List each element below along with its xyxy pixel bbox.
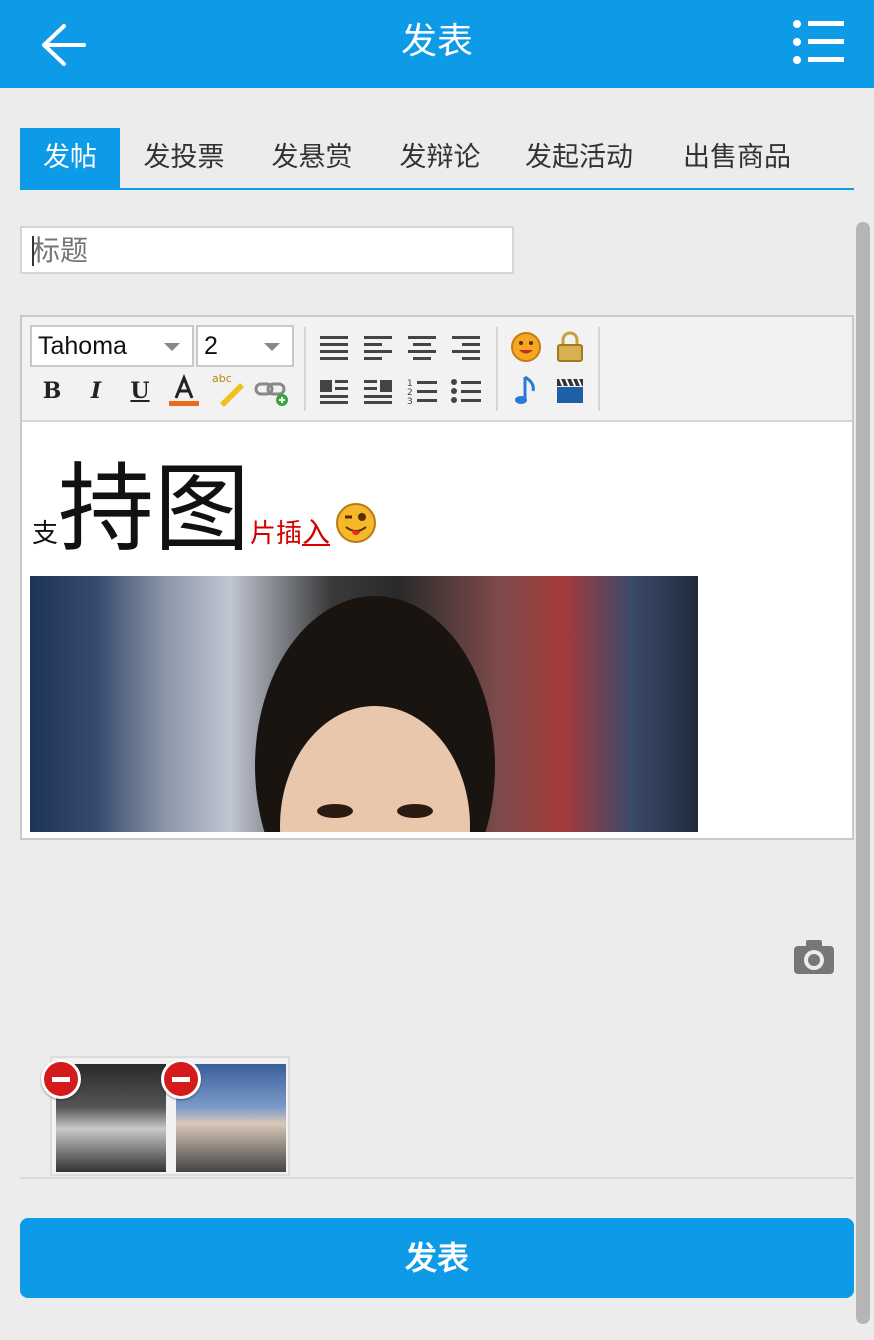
lock-icon xyxy=(557,331,583,362)
highlight-button[interactable]: abc xyxy=(210,371,246,407)
camera-icon[interactable] xyxy=(792,938,836,976)
film-clapper-icon xyxy=(557,378,583,403)
toolbar-separator xyxy=(304,327,306,411)
text-color-icon xyxy=(169,374,199,406)
toolbar-separator xyxy=(496,327,498,411)
float-left-button[interactable] xyxy=(316,373,352,409)
justify-button[interactable] xyxy=(316,329,352,365)
tab-debate[interactable]: 发辩论 xyxy=(386,128,494,188)
scrollbar[interactable] xyxy=(856,222,870,1324)
top-bar: 发表 xyxy=(0,0,874,88)
bold-button[interactable]: B xyxy=(34,373,70,409)
page-title: 发表 xyxy=(400,21,473,62)
inserted-photo[interactable] xyxy=(30,576,698,832)
editor-content[interactable]: 支持图片插入 xyxy=(22,424,852,838)
tab-activity[interactable]: 发起活动 xyxy=(514,128,644,188)
music-note-icon xyxy=(515,375,535,404)
insert-video-button[interactable] xyxy=(552,373,588,409)
editor-toolbar: Tahoma 2 B I U abc 1 2 3 xyxy=(22,317,852,422)
remove-attachment-button[interactable] xyxy=(41,1059,81,1099)
ordered-list-button[interactable]: 123 xyxy=(404,373,440,409)
tab-reward[interactable]: 发悬赏 xyxy=(258,128,366,188)
content-text: 支 xyxy=(32,519,59,549)
highlighter-icon: abc xyxy=(212,372,244,407)
chevron-down-icon xyxy=(164,343,180,351)
content-text-red: 片插 xyxy=(250,519,303,549)
italic-icon: I xyxy=(90,378,102,404)
rich-text-editor: Tahoma 2 B I U abc 1 2 3 支持图片插入 xyxy=(20,315,854,840)
font-family-select[interactable]: Tahoma xyxy=(30,325,194,367)
underline-button[interactable]: U xyxy=(122,373,158,409)
align-left-button[interactable] xyxy=(360,329,396,365)
content-text-red-underline: 入 xyxy=(302,516,331,549)
portrait-image-icon xyxy=(255,596,495,832)
hide-content-button[interactable] xyxy=(552,329,588,365)
align-center-button[interactable] xyxy=(404,329,440,365)
insert-audio-button[interactable] xyxy=(508,373,544,409)
bold-icon: B xyxy=(42,378,62,404)
tab-sell-goods[interactable]: 出售商品 xyxy=(672,128,802,188)
align-center-icon xyxy=(408,336,436,360)
svg-text:3: 3 xyxy=(407,397,413,405)
chevron-down-icon xyxy=(264,343,280,351)
font-size-select[interactable]: 2 xyxy=(196,325,294,367)
emoji-button[interactable] xyxy=(508,329,544,365)
content-text-large: 持图 xyxy=(58,453,251,565)
float-left-icon xyxy=(320,380,348,404)
tab-poll[interactable]: 发投票 xyxy=(130,128,238,188)
title-input[interactable] xyxy=(20,226,514,274)
align-right-icon xyxy=(452,336,480,360)
content-text-line: 支持图片插入 xyxy=(32,454,377,564)
tab-post[interactable]: 发帖 xyxy=(20,128,120,188)
unordered-list-icon xyxy=(451,379,481,403)
float-right-button[interactable] xyxy=(360,373,396,409)
align-right-button[interactable] xyxy=(448,329,484,365)
divider xyxy=(20,1177,854,1179)
text-color-button[interactable] xyxy=(166,373,202,409)
post-type-tabs: 发帖 发投票 发悬赏 发辩论 发起活动 出售商品 xyxy=(20,128,854,190)
toolbar-separator xyxy=(598,327,600,411)
wink-emoji-icon xyxy=(336,503,377,543)
float-right-icon xyxy=(364,380,392,404)
unordered-list-button[interactable] xyxy=(448,373,484,409)
remove-attachment-button[interactable] xyxy=(161,1059,201,1099)
svg-text:abc: abc xyxy=(212,372,232,385)
font-family-value: Tahoma xyxy=(38,332,127,360)
font-size-value: 2 xyxy=(204,332,218,360)
smiley-face-icon xyxy=(511,332,541,362)
italic-button[interactable]: I xyxy=(78,373,114,409)
link-icon xyxy=(254,382,288,406)
align-left-icon xyxy=(364,336,392,360)
underline-icon: U xyxy=(130,378,150,404)
insert-link-button[interactable] xyxy=(254,373,290,409)
submit-button[interactable]: 发表 xyxy=(20,1218,854,1298)
list-menu-icon[interactable] xyxy=(792,18,846,66)
align-justify-icon xyxy=(320,336,348,360)
ordered-list-icon: 123 xyxy=(407,379,437,405)
text-caret xyxy=(32,236,34,266)
